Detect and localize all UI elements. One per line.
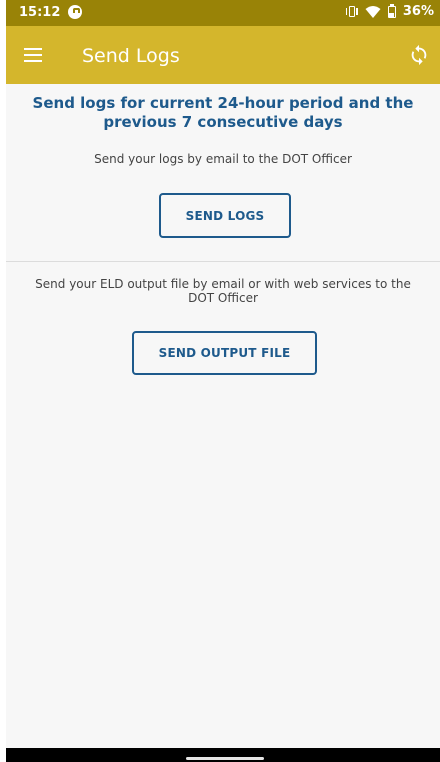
output-file-description: Send your ELD output file by email or wi… (35, 277, 411, 305)
send-logs-button[interactable]: SEND LOGS (159, 193, 291, 238)
battery-percentage: 36% (402, 4, 434, 19)
app-screen: 15:12 36% Send Logs Send logs for curren… (6, 0, 440, 762)
status-icons: 36% (345, 4, 434, 19)
battery-icon (387, 4, 397, 19)
section-heading: Send logs for current 24-hour period and… (32, 94, 414, 131)
divider (6, 261, 440, 262)
status-time: 15:12 (19, 5, 61, 20)
sync-icon[interactable] (408, 44, 430, 66)
status-bar: 15:12 36% (6, 0, 440, 26)
app-notification-icon (68, 5, 82, 19)
app-bar: Send Logs (6, 26, 440, 84)
navigation-bar (6, 748, 440, 762)
logs-description: Send your logs by email to the DOT Offic… (94, 152, 352, 166)
menu-icon[interactable] (24, 48, 42, 62)
send-output-file-button[interactable]: SEND OUTPUT FILE (132, 331, 317, 375)
wifi-icon (365, 5, 381, 19)
page-title: Send Logs (82, 45, 180, 67)
home-gesture-handle[interactable] (186, 757, 264, 760)
vibrate-icon (345, 5, 359, 19)
